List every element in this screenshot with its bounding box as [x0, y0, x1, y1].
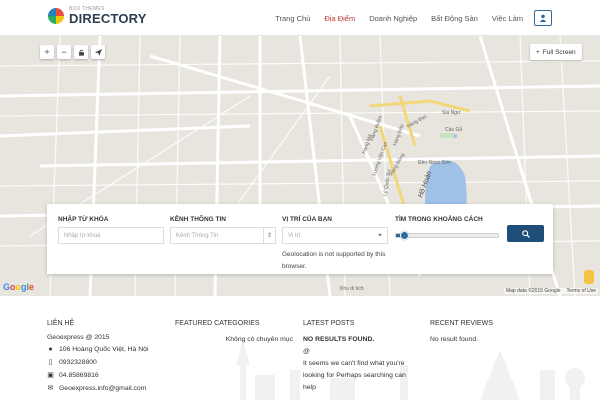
fullscreen-label: Full Screen [542, 48, 576, 56]
contact-column: Liên hệ Geoexpress @ 2015 ● 106 Hoàng Qu… [47, 320, 148, 397]
reviews-column: Recent reviews No result found. [430, 320, 493, 346]
map-marker-icon: ● [48, 346, 53, 353]
contact-email-row: ✉ Geoexpress.info@gmail.com [47, 384, 148, 393]
search-icon [521, 229, 530, 238]
fullscreen-button[interactable]: + Full Screen [530, 44, 582, 60]
user-account-button[interactable] [534, 10, 552, 26]
zoom-in-button[interactable]: + [40, 45, 54, 59]
contact-phone-row: ▯ 0932328800 [47, 358, 148, 367]
location-input[interactable]: Vị trí ⌖ [282, 227, 388, 244]
plus-icon: + [536, 48, 540, 56]
site-logo[interactable]: BOX THEMES DIRECTORY [48, 7, 147, 25]
terms-link[interactable]: Terms of Use [567, 288, 596, 294]
zoom-out-button[interactable]: − [57, 45, 71, 59]
nav-item-bat-dong-san[interactable]: Bất Động Sản [424, 14, 485, 23]
contact-address: 106 Hoàng Quốc Việt, Hà Nội [59, 346, 149, 353]
send-icon [94, 48, 102, 56]
street-view-pegman-icon[interactable] [584, 270, 594, 284]
channel-label: Kênh thông tin [170, 216, 226, 223]
location-label: Vị trí của bạn [282, 216, 332, 223]
map-data-text: Map data ©2015 Google [505, 288, 561, 294]
latest-posts-column: Latest posts NO RESULTS FOUND. @ It seem… [303, 320, 418, 394]
minus-icon: − [61, 47, 67, 57]
map-label-sia-ngu: Sia Ngư [442, 110, 461, 116]
map-label-den-ngoc-son: Đền Ngọc Sơn [418, 160, 451, 166]
site-footer: Liên hệ Geoexpress @ 2015 ● 106 Hoàng Qu… [0, 296, 600, 400]
logo-title: DIRECTORY [69, 11, 147, 26]
logo-mark-icon [48, 8, 64, 24]
categories-title: Featured categories [175, 320, 260, 327]
nav-item-viec-lam[interactable]: Việc Làm [485, 14, 530, 23]
reviews-empty: No result found. [430, 336, 478, 343]
channel-select-value: Kênh Thông Tin [176, 232, 219, 239]
search-panel: Nhập từ khóa Nhập từ khoá Kênh thông tin… [47, 204, 553, 274]
envelope-icon: ✉ [47, 385, 54, 392]
user-icon [539, 14, 547, 22]
nav-item-doanh-nghiep[interactable]: Doanh Nghiệp [362, 14, 424, 23]
main-nav: Trang Chủ Địa Điểm Doanh Nghiệp Bất Động… [268, 0, 530, 36]
google-logo[interactable]: Google [3, 282, 34, 292]
contact-company: Geoexpress @ 2015 [47, 334, 110, 341]
distance-slider-handle[interactable] [400, 231, 410, 240]
lock-map-button[interactable] [74, 45, 88, 59]
contact-email[interactable]: Geoexpress.info@gmail.com [59, 385, 146, 392]
site-header: BOX THEMES DIRECTORY Trang Chủ Địa Điểm … [0, 0, 600, 36]
categories-empty: Không có chuyên mục [225, 336, 293, 343]
locate-button[interactable] [91, 45, 105, 59]
map-controls: + − [40, 45, 105, 59]
select-arrows-icon: ⇕ [263, 228, 275, 243]
distance-slider[interactable] [395, 231, 499, 240]
no-results-text: It seems we can't find what you're looki… [303, 360, 406, 391]
no-results-heading: NO RESULTS FOUND. [303, 336, 375, 343]
plus-icon: + [44, 47, 50, 57]
map-label-cau-go: Cầu Gỗ [445, 126, 462, 133]
contact-fax: 04.85869816 [59, 371, 99, 379]
map-attribution: Map data ©2015 Google Terms of Use [503, 288, 598, 294]
search-button[interactable] [507, 225, 544, 242]
contact-phone: 0932328800 [59, 358, 97, 366]
nav-item-trang-chu[interactable]: Trang Chủ [268, 14, 317, 23]
at-icon: @ [303, 348, 310, 355]
reviews-title: Recent reviews [430, 320, 493, 327]
geolocation-message: Geolocation is not supported by this bro… [282, 251, 386, 270]
fax-icon: ▣ [47, 372, 54, 379]
lock-icon [78, 49, 84, 56]
location-placeholder: Vị trí [288, 232, 301, 239]
nav-item-dia-diem[interactable]: Địa Điểm [317, 14, 362, 23]
keyword-label: Nhập từ khóa [58, 216, 109, 223]
channel-select[interactable]: Kênh Thông Tin ⇕ [170, 227, 276, 244]
keyword-input[interactable]: Nhập từ khoá [58, 227, 164, 244]
map-label-khu-di-tich: Khu di tích [340, 286, 364, 292]
contact-fax-row: ▣ 04.85869816 [47, 371, 148, 380]
distance-label: Tìm trong khoảng cách [395, 216, 483, 223]
crosshairs-icon[interactable]: ⌖ [378, 232, 382, 240]
contact-title: Liên hệ [47, 320, 75, 327]
mobile-icon: ▯ [48, 359, 53, 366]
categories-column: Featured categories Không có chuyên mục [175, 320, 295, 346]
latest-posts-title: Latest posts [303, 320, 355, 327]
contact-address-row: ● 106 Hoàng Quốc Việt, Hà Nội [47, 346, 148, 353]
